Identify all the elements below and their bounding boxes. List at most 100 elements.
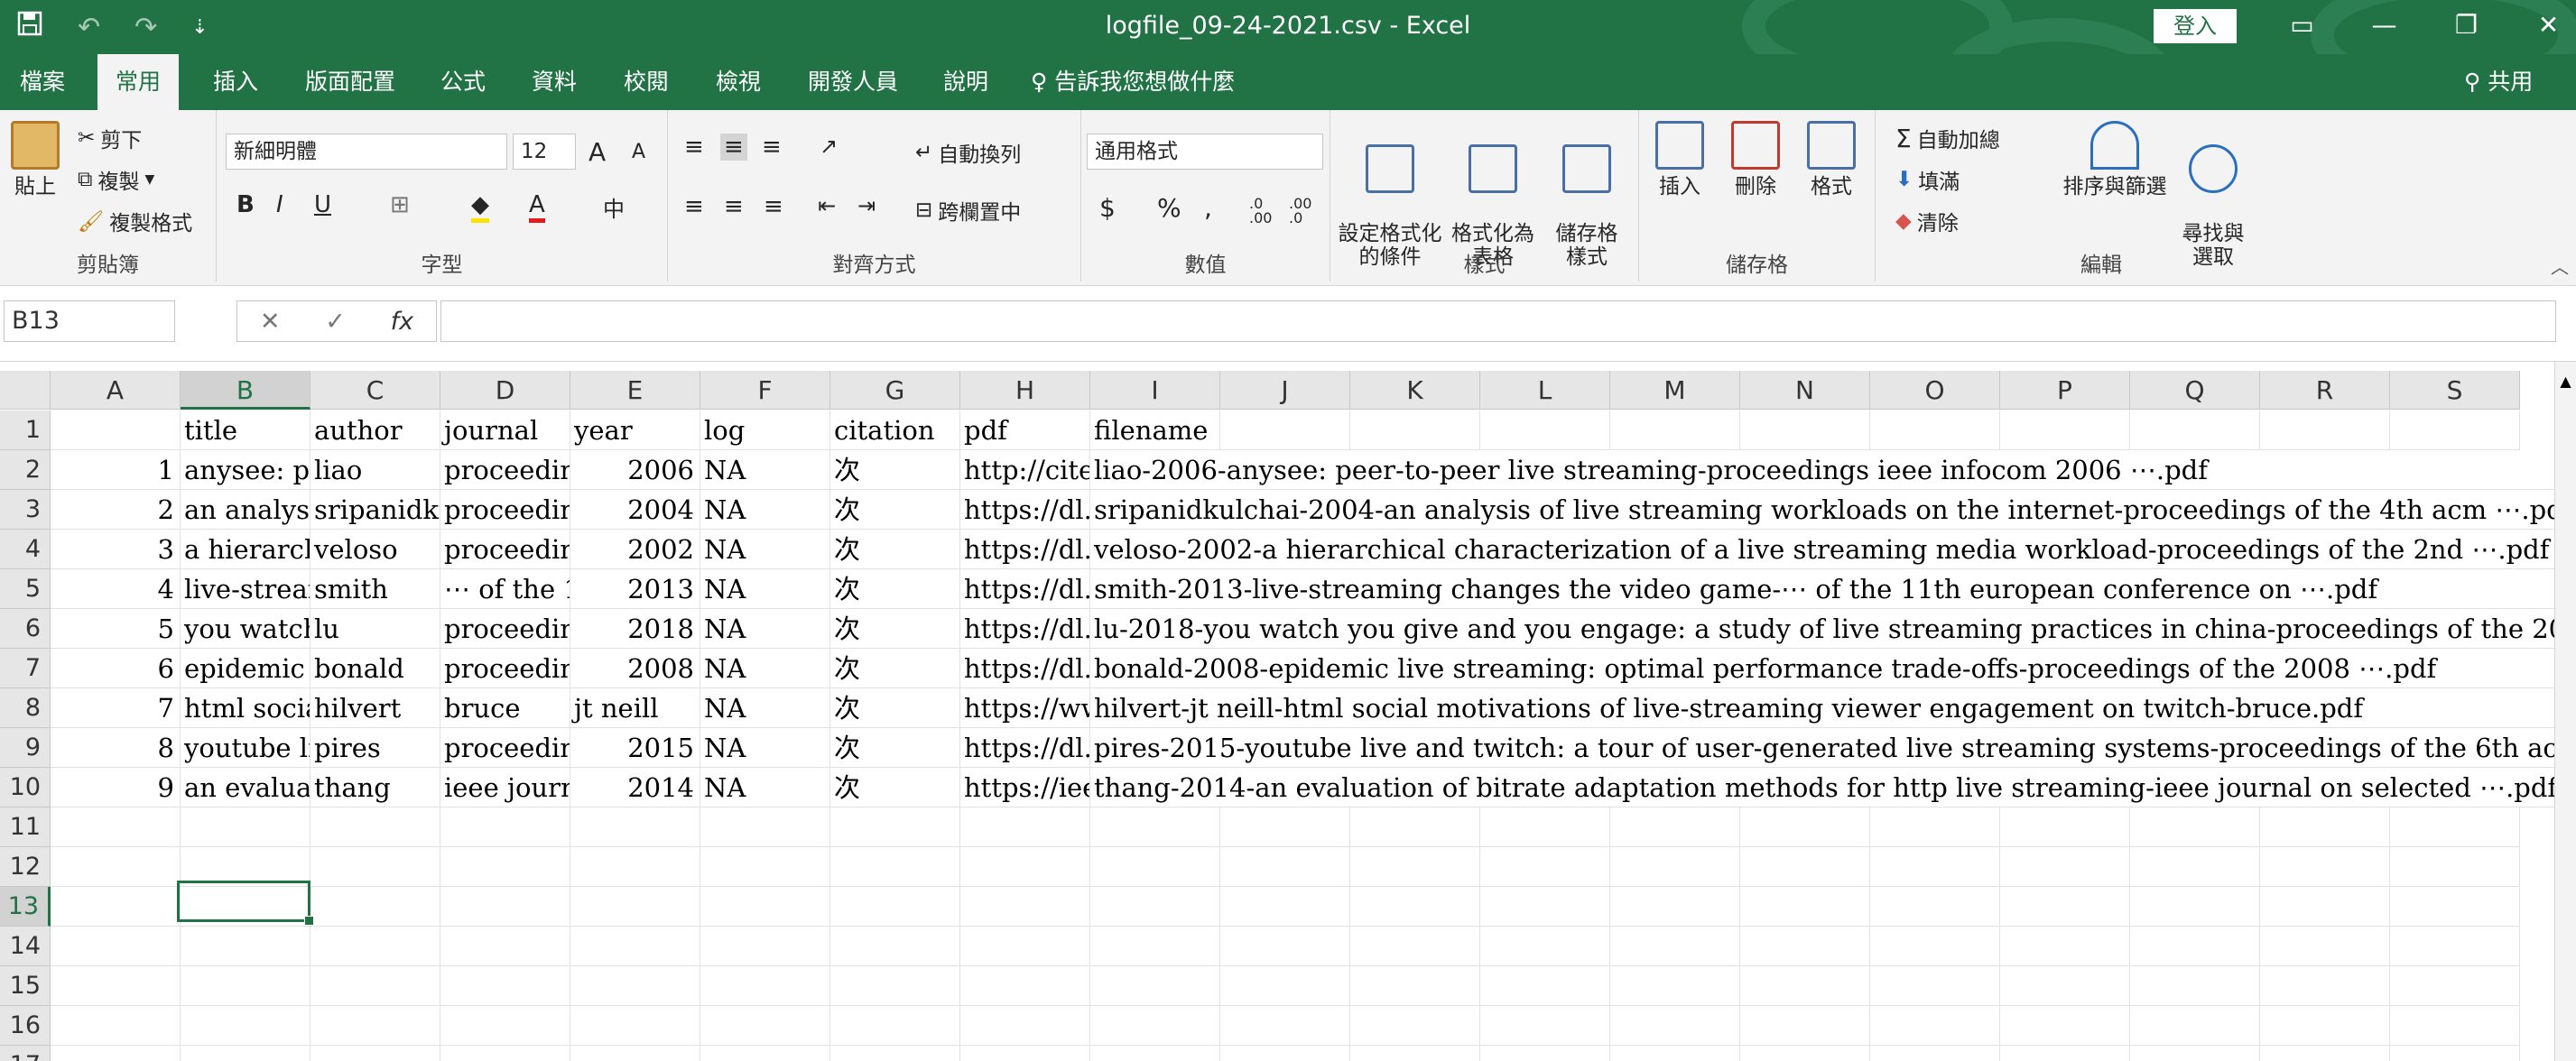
row-header-9[interactable]: 9 [0,728,51,768]
cell-i1[interactable]: filename [1090,411,1220,450]
grid-cell[interactable] [1480,887,1610,927]
grid-cell[interactable] [1610,1046,1740,1061]
cell-h9[interactable]: https://dl.acm.org [960,728,1090,768]
grid-cell[interactable] [1220,887,1350,927]
grid-cell[interactable] [1480,847,1610,887]
enter-icon[interactable]: ✓ [325,308,346,336]
cell-h5[interactable]: https://dl.acm.org [960,569,1090,609]
cell-c6[interactable]: lu [310,609,440,649]
grid-cell[interactable] [1480,1046,1610,1061]
cell-a3[interactable]: 2 [51,490,181,530]
cell-c7[interactable]: bonald [310,649,440,688]
cell-i6[interactable]: lu-2018-you watch you give and you engag… [1090,609,2554,649]
ribbon-display-options-icon[interactable]: ▭ [2261,0,2343,54]
insert-function-icon[interactable]: fx [391,308,413,336]
grid-cell[interactable] [1090,807,1220,847]
cell-e9[interactable]: 2015 [570,728,700,768]
cell-e5[interactable]: 2013 [570,569,700,609]
grid-cell[interactable] [1350,847,1480,887]
row-header-6[interactable]: 6 [0,609,51,649]
cell-h6[interactable]: https://dl.acm.org [960,609,1090,649]
grid-cell[interactable] [1610,1006,1740,1046]
cell-i5[interactable]: smith-2013-live-streaming changes the vi… [1090,569,2554,609]
cell-h7[interactable]: https://dl.acm.org [960,649,1090,688]
cell-e7[interactable]: 2008 [570,649,700,688]
increase-decimal-button[interactable]: .0 .00 [1249,197,1282,226]
grid-cell[interactable] [1480,411,1610,450]
grid-cell[interactable] [2260,927,2390,966]
cell-c3[interactable]: sripanidkulchai [310,490,440,530]
cell-c4[interactable]: veloso [310,530,440,569]
cell-b3[interactable]: an analysis of live streaming workloads [181,490,310,530]
grid-cell[interactable] [51,927,181,966]
grid-cell[interactable] [1220,966,1350,1006]
grid-cell[interactable] [700,966,830,1006]
cell-h4[interactable]: https://dl.acm.org [960,530,1090,569]
italic-button[interactable]: I [276,191,283,218]
cell-i2[interactable]: liao-2006-anysee: peer-to-peer live stre… [1090,450,2554,490]
wrap-text-button[interactable]: ↵ 自動換列 [915,137,1021,168]
column-header-d[interactable]: D [440,371,570,410]
cell-g1[interactable]: citation [830,411,960,450]
column-header-o[interactable]: O [1870,371,2000,410]
cell-a7[interactable]: 6 [51,649,181,688]
grid-cell[interactable] [51,1046,181,1061]
cell-b6[interactable]: you watch you give and you engage [181,609,310,649]
grid-cell[interactable] [1870,927,2000,966]
cell-g8[interactable]: 次 [830,688,960,728]
grid-cell[interactable] [700,1006,830,1046]
format-cells-button[interactable]: 格式 [1800,121,1863,198]
grid-cell[interactable] [51,966,181,1006]
row-header-13[interactable]: 13 [0,887,51,927]
name-box[interactable]: B13 [4,300,175,342]
column-header-j[interactable]: J [1220,371,1350,410]
grid-cell[interactable] [570,927,700,966]
grid-cell[interactable] [1090,927,1220,966]
grid-cell[interactable] [960,927,1090,966]
grid-cell[interactable] [1480,1006,1610,1046]
grid-cell[interactable] [1870,847,2000,887]
cell-c9[interactable]: pires [310,728,440,768]
align-left-button[interactable]: ≡ [684,193,704,220]
row-header-11[interactable]: 11 [0,807,51,847]
cell-i9[interactable]: pires-2015-youtube live and twitch: a to… [1090,728,2554,768]
grid-cell[interactable] [960,807,1090,847]
bottom-align-button[interactable]: ≡ [762,134,782,161]
cell-d3[interactable]: proceedings of the 4th acm [440,490,570,530]
cell-b5[interactable]: live-streaming changes the video game [181,569,310,609]
grid-cell[interactable] [1350,966,1480,1006]
cancel-icon[interactable]: ✕ [260,308,281,336]
grid-cell[interactable] [830,887,960,927]
grow-font-button[interactable]: A [588,137,606,167]
cell-e10[interactable]: 2014 [570,768,700,807]
grid-cell[interactable] [2000,927,2130,966]
cell-e4[interactable]: 2002 [570,530,700,569]
grid-cell[interactable] [2130,847,2260,887]
cell-f8[interactable]: NA [700,688,830,728]
grid-cell[interactable] [440,966,570,1006]
row-header-2[interactable]: 2 [0,450,51,490]
share-button[interactable]: ⚲ 共用 [2464,54,2533,110]
grid-cell[interactable] [700,927,830,966]
cell-a5[interactable]: 4 [51,569,181,609]
column-header-n[interactable]: N [1740,371,1870,410]
grid-cell[interactable] [440,807,570,847]
tab-developer[interactable]: 開發人員 [808,54,898,110]
cell-b2[interactable]: anysee: peer-to-peer live streaming [181,450,310,490]
autosum-button[interactable]: Σ 自動加總 [1895,123,2000,153]
grid-cell[interactable] [830,927,960,966]
grid-cell[interactable] [2260,847,2390,887]
grid-cell[interactable] [310,927,440,966]
grid-cell[interactable] [2260,1046,2390,1061]
grid-cell[interactable] [2130,411,2260,450]
grid-cell[interactable] [570,1046,700,1061]
grid-cell[interactable] [1220,807,1350,847]
column-header-q[interactable]: Q [2130,371,2260,410]
grid-cell[interactable] [181,807,310,847]
grid-cell[interactable] [570,807,700,847]
orientation-button[interactable]: ↗ [820,134,838,159]
grid-cell[interactable] [1090,1046,1220,1061]
cell-b7[interactable]: epidemic live streaming [181,649,310,688]
grid-cell[interactable] [700,847,830,887]
grid-cell[interactable] [2390,847,2520,887]
